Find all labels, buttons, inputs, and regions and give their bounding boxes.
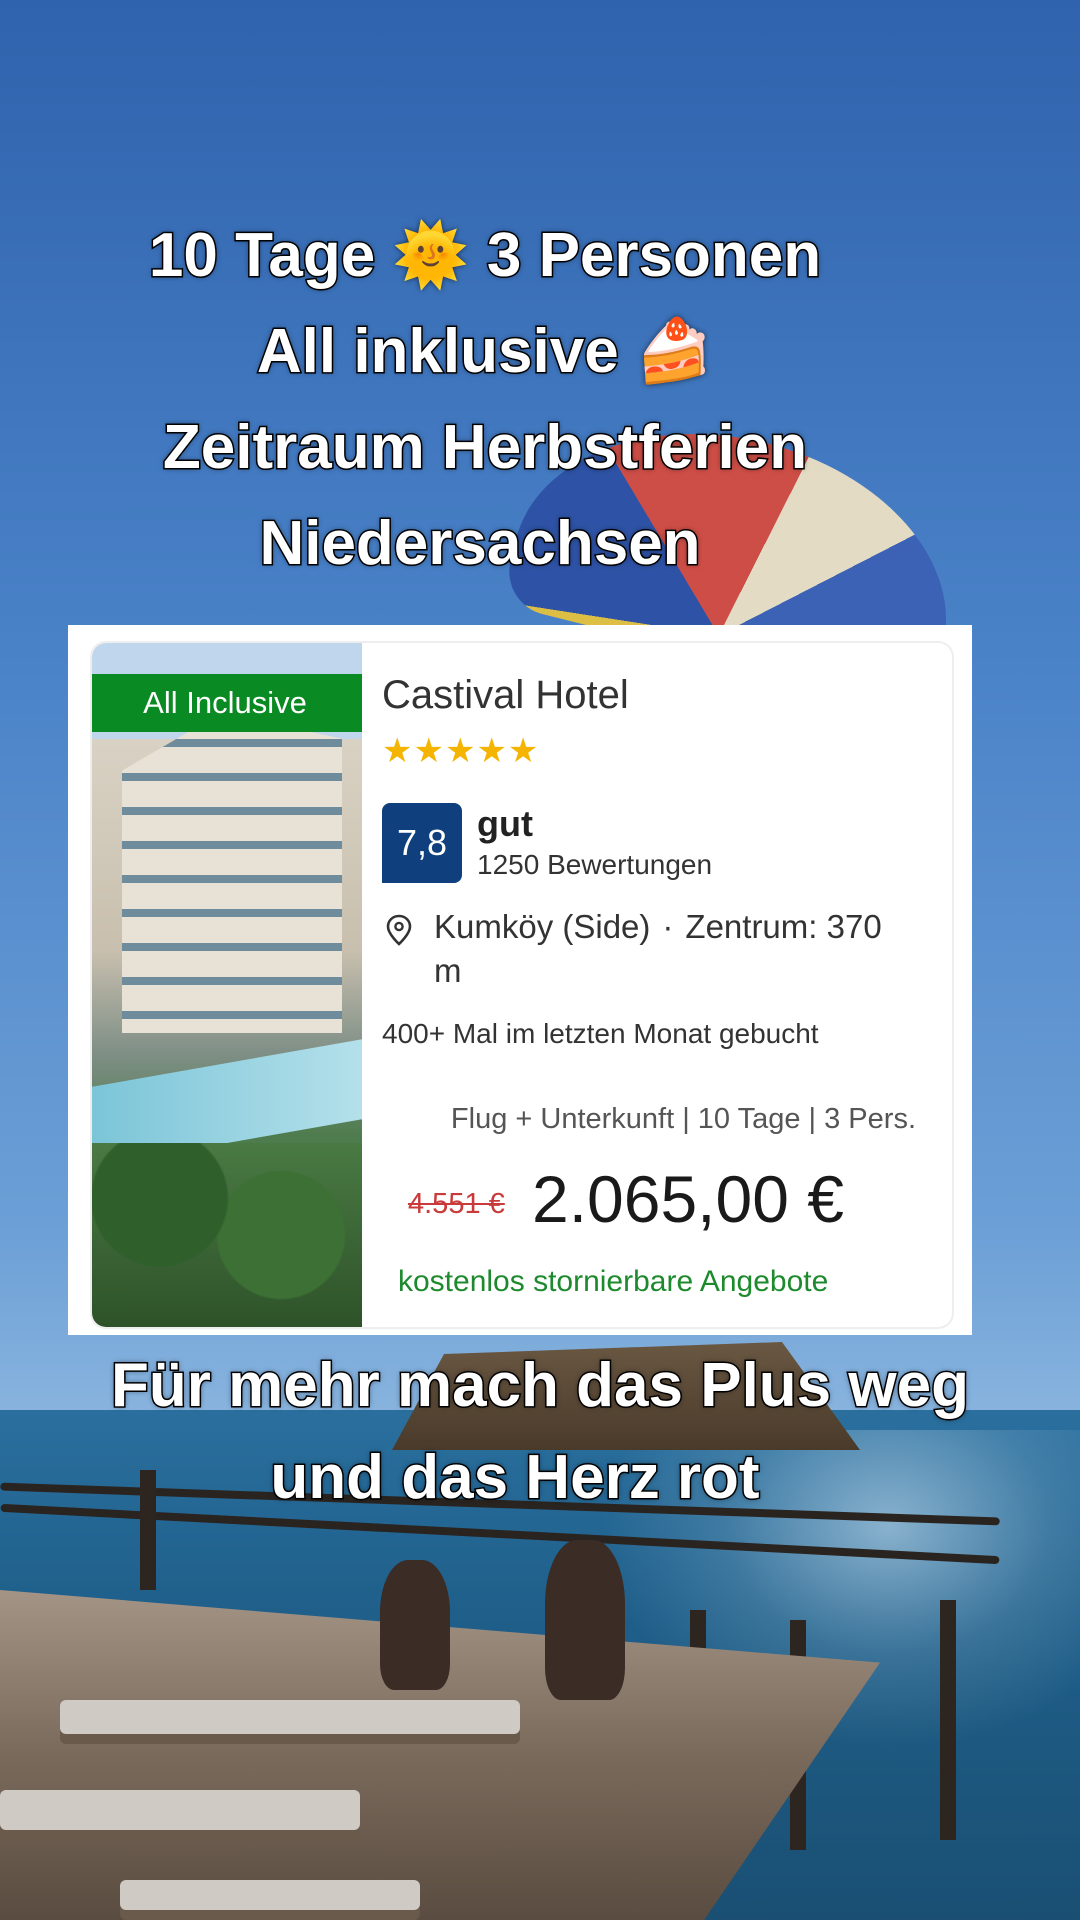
review-score: 7,8 [382, 803, 462, 883]
caption-cta-line-1: Für mehr mach das Plus weg [110, 1351, 971, 1420]
caption-cta-line-2: und das Herz rot [269, 1443, 761, 1512]
bottom-caption: Für mehr mach das Plus weg und das Herz … [0, 1351, 1080, 1539]
hotel-building [122, 713, 342, 1033]
review-score-label: gut [477, 803, 533, 844]
current-price[interactable]: 2.065,00 € [532, 1161, 844, 1237]
all-inclusive-badge: All Inclusive [92, 674, 362, 732]
hotel-name[interactable]: Castival Hotel [382, 673, 629, 718]
caption-days: 10 Tage [147, 221, 376, 290]
cake-emoji-icon: 🍰 [635, 317, 714, 386]
hotel-location[interactable]: Kumköy (Side) · Zentrum: 370 m [434, 905, 914, 993]
map-pin-icon [386, 914, 412, 946]
sun-lounger [120, 1880, 420, 1910]
caption-all-inclusive: All inklusive [255, 317, 620, 386]
pier-post [940, 1600, 956, 1840]
person [545, 1540, 625, 1700]
hotel-photo[interactable] [92, 643, 362, 1327]
booking-popularity: 400+ Mal im letzten Monat gebucht [382, 1018, 819, 1049]
package-details: Flug + Unterkunft | 10 Tage | 3 Pers. [450, 1103, 916, 1135]
hotel-card[interactable]: All Inclusive Castival Hotel ★★★★★ 7,8 g… [92, 643, 952, 1327]
hotel-card-screenshot: All Inclusive Castival Hotel ★★★★★ 7,8 g… [68, 625, 972, 1335]
caption-line: All inklusive 🍰 [0, 319, 1080, 417]
sun-emoji-icon: 🌞 [392, 221, 470, 290]
separator-dot: · [662, 908, 674, 945]
old-price: 4.551 € [408, 1188, 505, 1220]
caption-region: Niedersachsen [258, 509, 702, 578]
caption-period: Zeitraum Herbstferien [161, 413, 808, 482]
palm-trees [92, 1143, 362, 1327]
review-count[interactable]: 1250 Bewertungen [477, 849, 712, 881]
caption-persons: 3 Personen [485, 221, 822, 290]
star-rating-icon: ★★★★★ [382, 732, 540, 770]
location-name: Kumköy (Side) [434, 908, 651, 945]
person [380, 1560, 450, 1690]
caption-line: 10 Tage 🌞 3 Personen [0, 223, 1080, 321]
top-caption: 10 Tage 🌞 3 Personen All inklusive 🍰 Zei… [0, 223, 1080, 609]
sun-lounger [60, 1700, 520, 1734]
hotel-info: Castival Hotel ★★★★★ 7,8 gut 1250 Bewert… [382, 643, 942, 1327]
free-cancellation-link[interactable]: kostenlos stornierbare Angebote [398, 1265, 828, 1299]
sun-lounger [0, 1790, 360, 1830]
